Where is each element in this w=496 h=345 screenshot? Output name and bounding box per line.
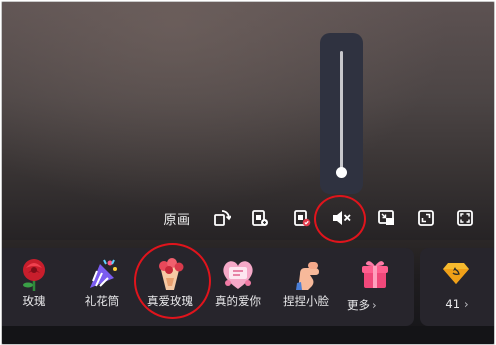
live-player-window: 原画 玫瑰 礼花筒 真爱玫瑰 真的爱你 捏捏小脸 更多 › 41 › [1, 1, 495, 345]
gift-item-pinch-face[interactable]: 捏捏小脸 [274, 248, 338, 326]
rotate-icon [214, 210, 231, 226]
clip-record-button[interactable] [290, 202, 314, 234]
volume-muted-icon [333, 211, 351, 225]
true-love-rose-icon [159, 258, 184, 290]
clip-record-icon [294, 210, 311, 227]
gift-item-true-love-rose[interactable]: 真爱玫瑰 [138, 248, 202, 326]
diamond-count: 41 › [420, 297, 494, 311]
gift-label: 真爱玫瑰 [147, 294, 193, 308]
resolution-label: 原画 [163, 212, 191, 228]
volume-slider-panel[interactable] [320, 33, 363, 194]
gift-label: 捏捏小脸 [283, 294, 329, 308]
chevron-right-icon: › [464, 297, 469, 311]
rotate-button[interactable] [210, 202, 234, 234]
gift-label: 玫瑰 [22, 294, 46, 308]
gift-item-rose[interactable]: 玫瑰 [2, 248, 66, 326]
pinch-face-icon [296, 262, 319, 290]
web-fullscreen-icon [418, 210, 434, 226]
bottom-edge [2, 326, 494, 344]
diamond-count-value: 41 [445, 297, 461, 311]
rose-icon [23, 259, 45, 291]
more-gifts-button[interactable] [346, 248, 404, 326]
gift-box-icon [362, 261, 388, 288]
screenshot-icon [252, 210, 268, 226]
gift-item-party-popper[interactable]: 礼花筒 [70, 248, 134, 326]
gift-label: 真的爱你 [215, 294, 261, 308]
resolution-button[interactable]: 原画 [160, 202, 194, 234]
more-text: 更多 [347, 298, 370, 312]
diamond-icon [443, 263, 469, 284]
diamond-balance-button[interactable]: 41 › [420, 248, 494, 326]
picture-in-picture-icon [378, 210, 394, 225]
fullscreen-icon [457, 210, 473, 226]
gift-item-heart-card[interactable]: 真的爱你 [206, 248, 270, 326]
gift-bar: 玫瑰 礼花筒 真爱玫瑰 真的爱你 捏捏小脸 [2, 248, 414, 326]
chevron-right-icon: › [372, 298, 377, 312]
more-gifts-label[interactable]: 更多 › [347, 297, 377, 313]
mute-button[interactable] [328, 202, 354, 234]
volume-track[interactable] [340, 51, 343, 171]
heart-card-icon [223, 261, 253, 289]
gift-label: 礼花筒 [84, 294, 120, 308]
volume-knob[interactable] [336, 167, 347, 178]
player-control-bar: 原画 [2, 202, 494, 234]
picture-in-picture-button[interactable] [374, 202, 398, 234]
web-fullscreen-button[interactable] [414, 202, 438, 234]
party-popper-icon [90, 259, 117, 288]
fullscreen-button[interactable] [453, 202, 477, 234]
screenshot-button[interactable] [248, 202, 272, 234]
